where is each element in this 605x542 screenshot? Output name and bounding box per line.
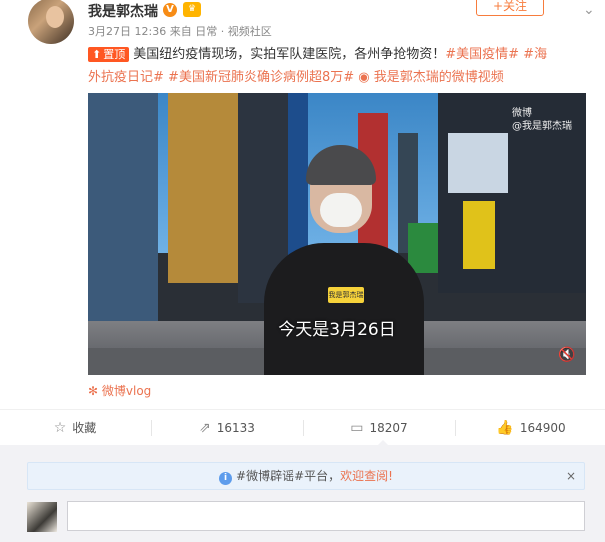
hashtag-link[interactable]: #美国新冠肺炎确诊病例超8万# bbox=[168, 70, 354, 85]
vlog-source[interactable]: ✻ 微博vlog bbox=[88, 382, 151, 399]
like-button[interactable]: 👍 164900 bbox=[456, 410, 605, 446]
hashtag-link[interactable]: #美国疫情# bbox=[445, 47, 519, 62]
video-barrier bbox=[463, 201, 495, 269]
post-source[interactable]: 来自 日常 · 视频社区 bbox=[170, 25, 272, 38]
repost-count: 16133 bbox=[216, 421, 255, 435]
thumbs-up-icon: 👍 bbox=[496, 420, 514, 436]
user-avatar[interactable] bbox=[28, 0, 74, 44]
notice-link[interactable]: 欢迎查阅! bbox=[340, 469, 393, 483]
watermark-user: @我是郭杰瑞 bbox=[512, 121, 572, 132]
video-player[interactable]: 我是郭杰瑞 今天是3月26日 微博 @我是郭杰瑞 🔇 bbox=[88, 93, 586, 375]
notice-text: #微博辟谣#平台， bbox=[236, 469, 341, 483]
like-count: 164900 bbox=[519, 421, 566, 435]
follow-button[interactable]: +关注 bbox=[476, 0, 544, 16]
video-building bbox=[288, 93, 308, 263]
star-icon: ☆ bbox=[53, 420, 67, 436]
post-text: ⬆ 置顶 美国纽约疫情现场，实拍军队建医院，各州争抢物资！#美国疫情# #海外抗疫日… bbox=[88, 43, 558, 89]
video-building bbox=[168, 93, 238, 283]
video-sign bbox=[408, 223, 438, 273]
microphone-flag: 我是郭杰瑞 bbox=[328, 287, 364, 303]
comment-count: 18207 bbox=[369, 421, 408, 435]
mute-icon[interactable]: 🔇 bbox=[558, 347, 575, 363]
chevron-down-icon[interactable]: ⌄ bbox=[583, 2, 595, 18]
watermark-brand: 微博 bbox=[512, 108, 532, 119]
current-user-avatar bbox=[27, 502, 57, 532]
weibo-flower-icon: ✻ bbox=[88, 384, 99, 398]
favorite-button[interactable]: ☆ 收藏 bbox=[0, 410, 150, 446]
post-time[interactable]: 3月27日 12:36 bbox=[88, 25, 166, 38]
post-body: 美国纽约疫情现场，实拍军队建医院，各州争抢物资！ bbox=[133, 47, 446, 62]
username[interactable]: 我是郭杰瑞 bbox=[88, 1, 158, 21]
verified-badge-icon: V bbox=[163, 3, 177, 17]
post-meta: 3月27日 12:36 来自 日常 · 视频社区 bbox=[88, 23, 272, 39]
repost-button[interactable]: ⇗ 16133 bbox=[152, 410, 302, 446]
post-actions-bar: ☆ 收藏 ⇗ 16133 ▭ 18207 👍 164900 bbox=[0, 409, 605, 447]
close-icon[interactable]: × bbox=[566, 463, 576, 489]
repost-icon: ⇗ bbox=[199, 420, 211, 436]
video-building bbox=[88, 93, 158, 323]
info-icon: i bbox=[219, 472, 233, 485]
pin-icon: ⬆ bbox=[92, 48, 102, 61]
favorite-label: 收藏 bbox=[72, 421, 97, 435]
comment-section: i #微博辟谣#平台，欢迎查阅! × bbox=[0, 445, 605, 542]
vlog-label: 微博vlog bbox=[101, 384, 152, 398]
video-subtitle: 今天是3月26日 bbox=[278, 320, 396, 340]
rumor-notice-banner: i #微博辟谣#平台，欢迎查阅! × bbox=[27, 462, 585, 490]
pinned-badge: ⬆ 置顶 bbox=[88, 47, 130, 62]
video-link-icon: ◉ bbox=[358, 70, 370, 85]
comment-icon: ▭ bbox=[350, 420, 364, 436]
pinned-label: 置顶 bbox=[103, 48, 126, 61]
video-person-mask bbox=[320, 193, 362, 227]
comment-button[interactable]: ▭ 18207 bbox=[304, 410, 454, 447]
weibo-post-card: 我是郭杰瑞 V ♛ +关注 ⌄ 3月27日 12:36 来自 日常 · 视频社区… bbox=[0, 0, 605, 542]
video-link[interactable]: ◉ 我是郭杰瑞的微博视频 bbox=[358, 70, 504, 85]
comment-input[interactable] bbox=[67, 501, 585, 531]
video-watermark: 微博 @我是郭杰瑞 bbox=[512, 107, 572, 133]
video-person bbox=[264, 243, 424, 375]
member-crown-icon: ♛ bbox=[183, 2, 201, 17]
video-link-label: 我是郭杰瑞的微博视频 bbox=[373, 70, 504, 85]
video-billboard bbox=[448, 133, 508, 193]
